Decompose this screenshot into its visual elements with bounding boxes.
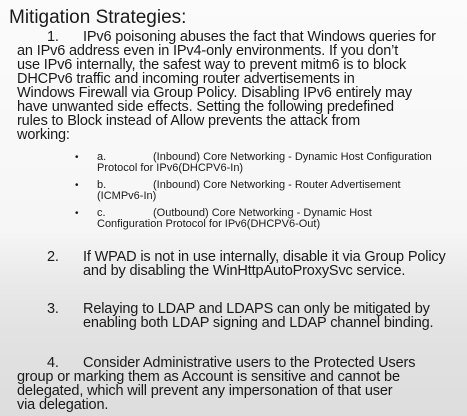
- list-item-1: 1. IPv6 poisoning abuses the fact that Wi…: [47, 29, 436, 45]
- sub-item-text-line: (ICMPv6-In): [97, 190, 157, 202]
- bullet-icon: •: [75, 208, 79, 219]
- bullet-icon: •: [75, 180, 79, 191]
- item-text-line: use IPv6 internally, the safest way to p…: [17, 57, 407, 73]
- bullet-icon: •: [75, 152, 79, 163]
- sub-list-item-b: • b. (Inbound) Core Networking - Router A…: [75, 179, 401, 202]
- sub-item-text-line: Protocol for IPv6(DHCPV6-In): [97, 162, 244, 174]
- item-text-line: via delegation.: [17, 397, 109, 413]
- item-text-line: have unwanted side effects. Setting the …: [17, 99, 394, 115]
- list-item-2: 2. If WPAD is not in use internally, disa…: [47, 249, 446, 279]
- sub-item-text-line: (Inbound) Core Networking - Router Adver…: [153, 179, 401, 191]
- item-number: 1.: [47, 29, 59, 45]
- list-item-4-body: group or marking them as Account is sens…: [17, 369, 400, 413]
- list-item-4: 4. Consider Administrative users to the P…: [47, 355, 415, 371]
- item-text-line: Windows Firewall via Group Policy. Disab…: [17, 85, 412, 101]
- sub-list-item-a: • a. (Inbound) Core Networking - Dynamic …: [75, 152, 432, 174]
- item-text-line: enabling both LDAP signing and LDAP chan…: [83, 315, 434, 331]
- sub-item-text-line: Configuration Protocol for IPv6(DHCPV6-O…: [97, 218, 321, 230]
- item-number: 2.: [47, 249, 59, 265]
- item-number: 4.: [47, 355, 59, 371]
- list-item-3: 3. Relaying to LDAP and LDAPS can only be…: [47, 301, 434, 331]
- item-text-line: rules to Block instead of Allow prevents…: [17, 113, 360, 129]
- section-heading: Mitigation Strategies:: [9, 7, 187, 28]
- item-text-line: working:: [17, 127, 70, 143]
- list-item-1-body: an IPv6 address even in IPv4-only enviro…: [17, 43, 412, 143]
- item-text-line: group or marking them as Account is sens…: [17, 369, 400, 385]
- item-text-line: DHCPv6 traffic and incoming router adver…: [17, 71, 355, 87]
- document-page: Mitigation Strategies: 1. IPv6 poisoning …: [0, 0, 467, 416]
- item-text-line: delegated, which will prevent any impers…: [17, 383, 393, 399]
- sub-list-item-c: • c. (Outbound) Core Networking - Dynamic…: [75, 208, 372, 230]
- item-number: 3.: [47, 301, 59, 317]
- item-text-line: an IPv6 address even in IPv4-only enviro…: [17, 43, 399, 59]
- item-text-line: and by disabling the WinHttpAutoProxySvc…: [83, 263, 406, 279]
